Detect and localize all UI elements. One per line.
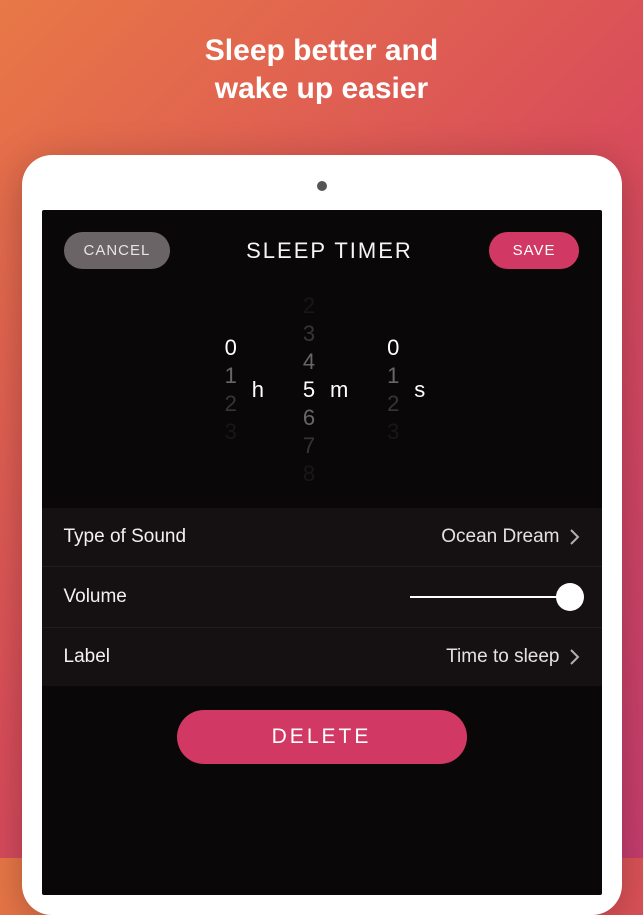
minutes-wheel[interactable]: 2 3 4 5 6 7 8 m <box>296 307 348 472</box>
label-row[interactable]: Label Time to sleep <box>42 628 602 686</box>
headline-line-1: Sleep better and <box>0 32 643 70</box>
settings-list: Type of Sound Ocean Dream Volume Label T… <box>42 508 602 686</box>
tablet-camera <box>317 181 327 191</box>
volume-label: Volume <box>64 586 127 608</box>
sound-label: Type of Sound <box>64 526 187 548</box>
hours-value: 0 <box>225 334 237 362</box>
app-screen: CANCEL SLEEP TIMER SAVE 0 1 2 3 h 2 <box>42 210 602 895</box>
sound-row[interactable]: Type of Sound Ocean Dream <box>42 508 602 567</box>
time-picker[interactable]: 0 1 2 3 h 2 3 4 5 6 7 8 m <box>64 307 580 472</box>
label-value: Time to sleep <box>446 646 559 668</box>
minutes-unit: m <box>330 377 348 403</box>
hours-wheel[interactable]: 0 1 2 3 h <box>218 307 264 472</box>
volume-row: Volume <box>42 567 602 628</box>
delete-button[interactable]: DELETE <box>177 710 467 764</box>
seconds-value: 0 <box>387 334 399 362</box>
chevron-right-icon <box>570 529 580 545</box>
page-title: SLEEP TIMER <box>246 238 413 264</box>
slider-thumb[interactable] <box>556 583 584 611</box>
hours-unit: h <box>252 377 264 403</box>
chevron-right-icon <box>570 649 580 665</box>
cancel-button[interactable]: CANCEL <box>64 232 171 269</box>
marketing-headline: Sleep better and wake up easier <box>0 0 643 107</box>
minutes-value: 5 <box>303 376 315 404</box>
label-label: Label <box>64 646 111 668</box>
volume-slider[interactable] <box>410 585 580 609</box>
seconds-wheel[interactable]: 0 1 2 3 s <box>380 307 425 472</box>
slider-track <box>410 596 580 598</box>
sound-value: Ocean Dream <box>441 526 559 548</box>
top-bar: CANCEL SLEEP TIMER SAVE <box>64 232 580 269</box>
headline-line-2: wake up easier <box>0 70 643 108</box>
save-button[interactable]: SAVE <box>489 232 580 269</box>
seconds-unit: s <box>414 377 425 403</box>
tablet-frame: CANCEL SLEEP TIMER SAVE 0 1 2 3 h 2 <box>22 155 622 915</box>
delete-area: DELETE <box>64 686 580 794</box>
